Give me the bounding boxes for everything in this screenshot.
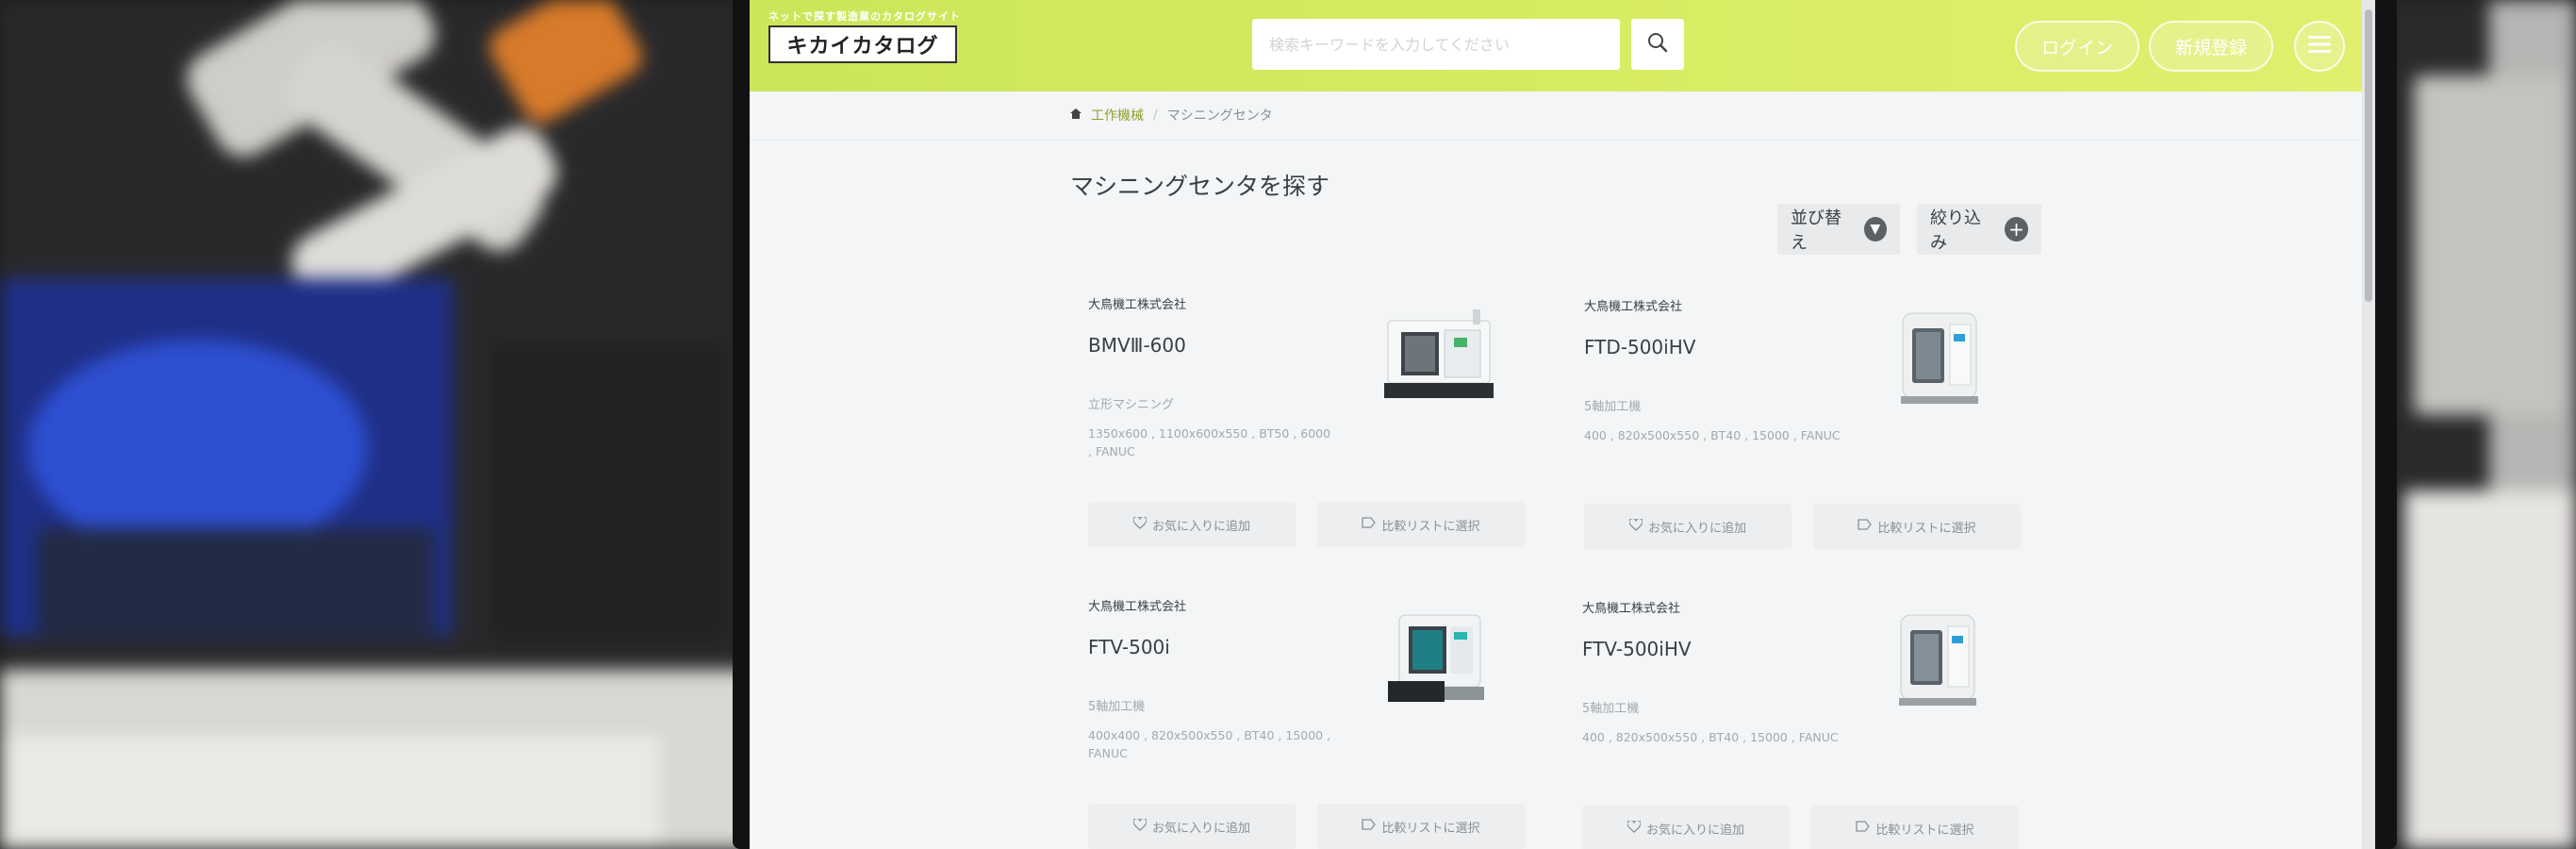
sort-button[interactable]: 並び替え ▼ <box>1777 204 1900 255</box>
heart-icon <box>1132 515 1148 533</box>
product-specs: 400 , 820x500x550 , BT40 , 15000 , FANUC <box>1582 730 1839 744</box>
product-model[interactable]: FTV-500iHV <box>1582 638 1692 660</box>
search-button[interactable] <box>1631 19 1684 70</box>
add-compare-button[interactable]: 比較リストに選択 <box>1317 502 1525 547</box>
product-model[interactable]: BMVⅢ-600 <box>1088 334 1186 357</box>
product-specs: 1350x600 , 1100x600x550 , BT50 , 6000 , … <box>1088 426 1331 458</box>
search-input[interactable] <box>1252 19 1620 70</box>
add-compare-button[interactable]: 比較リストに選択 <box>1811 806 2019 849</box>
add-favorite-button[interactable]: お気に入りに追加 <box>1584 504 1792 549</box>
scrollbar-thumb[interactable] <box>2365 9 2372 302</box>
add-favorite-button[interactable]: お気に入りに追加 <box>1582 806 1790 849</box>
site-header: ネットで探す製造業のカタログサイト キカイカタログ ログイン 新規登録 <box>750 0 2362 92</box>
hamburger-icon <box>2308 34 2331 58</box>
home-icon <box>1070 108 1082 123</box>
filter-button[interactable]: 絞り込み + <box>1917 204 2041 255</box>
logo-tagline: ネットで探す製造業のカタログサイト <box>768 10 961 23</box>
breadcrumb-home-link[interactable]: 工作機械 <box>1091 106 1144 125</box>
product-card[interactable]: 大鳥機工株式会社 FTV-500iHV 5軸加工機 400 , 820x500x… <box>1571 598 2061 849</box>
breadcrumb-divider <box>750 140 2362 141</box>
page-title: マシニングセンタを探す <box>1070 173 1330 200</box>
machine-image <box>1388 614 1484 702</box>
tag-icon <box>1858 519 1873 534</box>
machine-image <box>1384 309 1494 398</box>
machine-image <box>1901 312 1978 404</box>
product-category: 5軸加工機 <box>1582 702 1640 716</box>
tag-icon <box>1362 819 1377 834</box>
tag-icon <box>1856 821 1871 836</box>
add-favorite-button[interactable]: お気に入りに追加 <box>1088 804 1296 849</box>
product-specs: 400 , 820x500x550 , BT40 , 15000 , FANUC <box>1584 428 1841 442</box>
product-card[interactable]: 大鳥機工株式会社 FTV-500i 5軸加工機 400x400 , 820x50… <box>1077 596 1567 849</box>
heart-icon <box>1132 817 1148 835</box>
product-model[interactable]: FTV-500i <box>1088 636 1170 658</box>
product-category: 立形マシニング <box>1088 398 1175 412</box>
compare-label: 比較リストに選択 <box>1381 519 1480 534</box>
filter-label: 絞り込み <box>1930 208 1981 253</box>
product-card[interactable]: 大鳥機工株式会社 FTD-500iHV 5軸加工機 400 , 820x500x… <box>1573 296 2063 579</box>
heart-icon <box>1628 517 1643 535</box>
heart-icon <box>1627 819 1642 837</box>
product-maker: 大鳥機工株式会社 <box>1088 298 1187 312</box>
plus-icon: + <box>2005 217 2028 241</box>
product-category: 5軸加工機 <box>1088 700 1146 714</box>
product-maker: 大鳥機工株式会社 <box>1088 600 1187 614</box>
website-viewport: ネットで探す製造業のカタログサイト キカイカタログ ログイン 新規登録 工作機械… <box>750 0 2362 849</box>
favorite-label: お気に入りに追加 <box>1645 823 1744 838</box>
product-maker: 大鳥機工株式会社 <box>1582 602 1681 616</box>
tag-icon <box>1362 517 1377 532</box>
compare-label: 比較リストに選択 <box>1877 521 1976 536</box>
sort-label: 並び替え <box>1791 208 1841 253</box>
product-specs: 400x400 , 820x500x550 , BT40 , 15000 , F… <box>1088 728 1331 760</box>
site-logo[interactable]: キカイカタログ <box>768 25 957 63</box>
add-compare-button[interactable]: 比較リストに選択 <box>1813 504 2021 549</box>
compare-label: 比較リストに選択 <box>1875 823 1974 838</box>
compare-label: 比較リストに選択 <box>1381 821 1480 836</box>
product-category: 5軸加工機 <box>1584 400 1642 414</box>
breadcrumb-separator: / <box>1153 108 1158 123</box>
add-compare-button[interactable]: 比較リストに選択 <box>1317 804 1525 849</box>
caret-down-icon: ▼ <box>1863 217 1887 241</box>
product-model[interactable]: FTD-500iHV <box>1584 336 1695 358</box>
menu-button[interactable] <box>2294 21 2345 72</box>
machine-image <box>1899 614 1976 706</box>
favorite-label: お気に入りに追加 <box>1647 521 1746 536</box>
favorite-label: お気に入りに追加 <box>1151 821 1250 836</box>
favorite-label: お気に入りに追加 <box>1151 519 1250 534</box>
register-button[interactable]: 新規登録 <box>2149 21 2273 72</box>
add-favorite-button[interactable]: お気に入りに追加 <box>1088 502 1296 547</box>
breadcrumb: 工作機械 / マシニングセンタ <box>1070 106 1273 125</box>
product-card[interactable]: 大鳥機工株式会社 BMVⅢ-600 立形マシニング 1350x600 , 110… <box>1077 294 1567 577</box>
search-icon <box>1646 31 1669 58</box>
login-button[interactable]: ログイン <box>2015 21 2139 72</box>
breadcrumb-current: マシニングセンタ <box>1166 108 1273 124</box>
product-maker: 大鳥機工株式会社 <box>1584 300 1683 314</box>
